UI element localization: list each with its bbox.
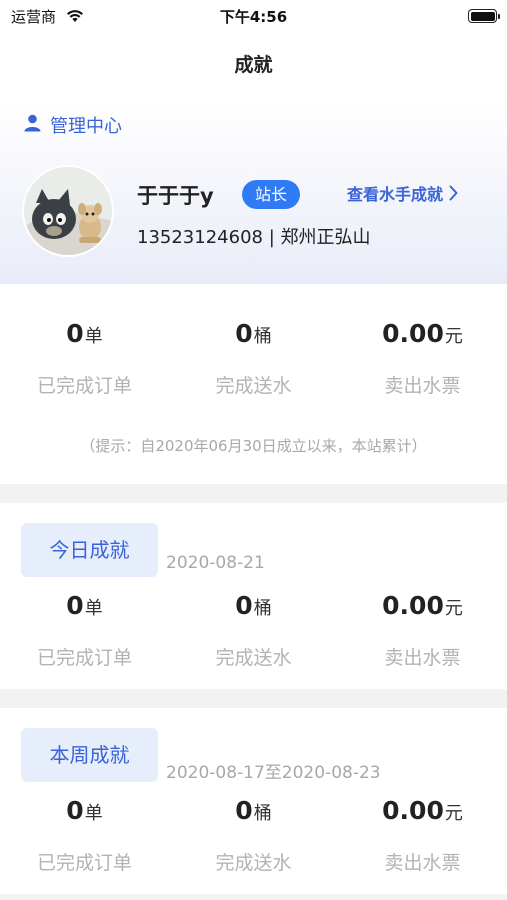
stat-value: 0.00 — [382, 319, 444, 348]
stat-water-delivered: 0桶 完成送水 — [169, 317, 338, 401]
stat-unit: 桶 — [253, 803, 272, 824]
stat-water-delivered: 0桶 完成送水 — [169, 589, 338, 673]
stat-tickets-sold: 0.00元 卖出水票 — [338, 794, 507, 878]
stat-unit: 桶 — [253, 326, 272, 347]
stat-value: 0 — [235, 796, 253, 825]
stat-orders: 0单 已完成订单 — [0, 317, 169, 401]
stat-orders: 0单 已完成订单 — [0, 589, 169, 673]
stat-value: 0 — [66, 591, 84, 620]
today-achievements-card: 今日成就 2020-08-21 0单 已完成订单 0桶 完成送水 0.00元 卖… — [0, 503, 507, 689]
avatar[interactable] — [22, 165, 114, 257]
role-badge: 站长 — [242, 180, 300, 209]
stat-value: 0.00 — [382, 591, 444, 620]
page-title: 成就 — [234, 54, 273, 76]
stat-water-delivered: 0桶 完成送水 — [169, 794, 338, 878]
today-date: 2020-08-21 — [166, 553, 265, 573]
stat-value: 0 — [66, 319, 84, 348]
view-sailor-achievements-label: 查看水手成就 — [347, 185, 444, 204]
stat-label: 完成送水 — [215, 375, 292, 397]
week-date-range: 2020-08-17至2020-08-23 — [166, 763, 381, 783]
week-achievements-tag[interactable]: 本周成就 — [21, 728, 158, 782]
battery-icon — [468, 9, 500, 23]
stat-unit: 元 — [444, 803, 463, 824]
stat-value: 0 — [235, 591, 253, 620]
stat-label: 卖出水票 — [384, 375, 461, 397]
stat-unit: 元 — [444, 598, 463, 619]
status-time: 下午4:56 — [219, 8, 288, 26]
user-info: 13523124608 | 郑州正弘山 — [137, 227, 371, 248]
today-achievements-tag[interactable]: 今日成就 — [21, 523, 158, 577]
view-sailor-achievements-link[interactable]: 查看水手成就 — [347, 181, 458, 205]
stat-label: 已完成订单 — [36, 647, 132, 669]
stat-unit: 桶 — [253, 598, 272, 619]
user-icon — [24, 114, 41, 136]
stat-tickets-sold: 0.00元 卖出水票 — [338, 589, 507, 673]
stat-value: 0 — [235, 319, 253, 348]
cumulative-hint: （提示：自2020年06月30日成立以来，本站累计） — [80, 437, 427, 455]
stat-orders: 0单 已完成订单 — [0, 794, 169, 878]
stat-unit: 元 — [444, 326, 463, 347]
stat-label: 卖出水票 — [384, 852, 461, 874]
user-name: 于于于y — [137, 184, 214, 208]
stat-value: 0 — [66, 796, 84, 825]
week-achievements-card: 本周成就 2020-08-17至2020-08-23 0单 已完成订单 0桶 完… — [0, 708, 507, 894]
stat-label: 完成送水 — [215, 647, 292, 669]
header-section: 运营商 下午4:56 成就 管理中心 于于于y 站长 查看水手成就 135231… — [0, 0, 507, 284]
chevron-right-icon — [449, 185, 458, 201]
stat-unit: 单 — [84, 803, 103, 824]
management-center-label: 管理中心 — [50, 116, 122, 137]
stat-unit: 单 — [84, 598, 103, 619]
stat-label: 卖出水票 — [384, 647, 461, 669]
management-center-link[interactable]: 管理中心 — [24, 112, 122, 138]
stat-label: 完成送水 — [215, 852, 292, 874]
stat-label: 已完成订单 — [36, 852, 132, 874]
stat-tickets-sold: 0.00元 卖出水票 — [338, 317, 507, 401]
stat-label: 已完成订单 — [36, 375, 132, 397]
stat-unit: 单 — [84, 326, 103, 347]
status-bar: 运营商 下午4:56 — [0, 0, 507, 32]
stat-value: 0.00 — [382, 796, 444, 825]
